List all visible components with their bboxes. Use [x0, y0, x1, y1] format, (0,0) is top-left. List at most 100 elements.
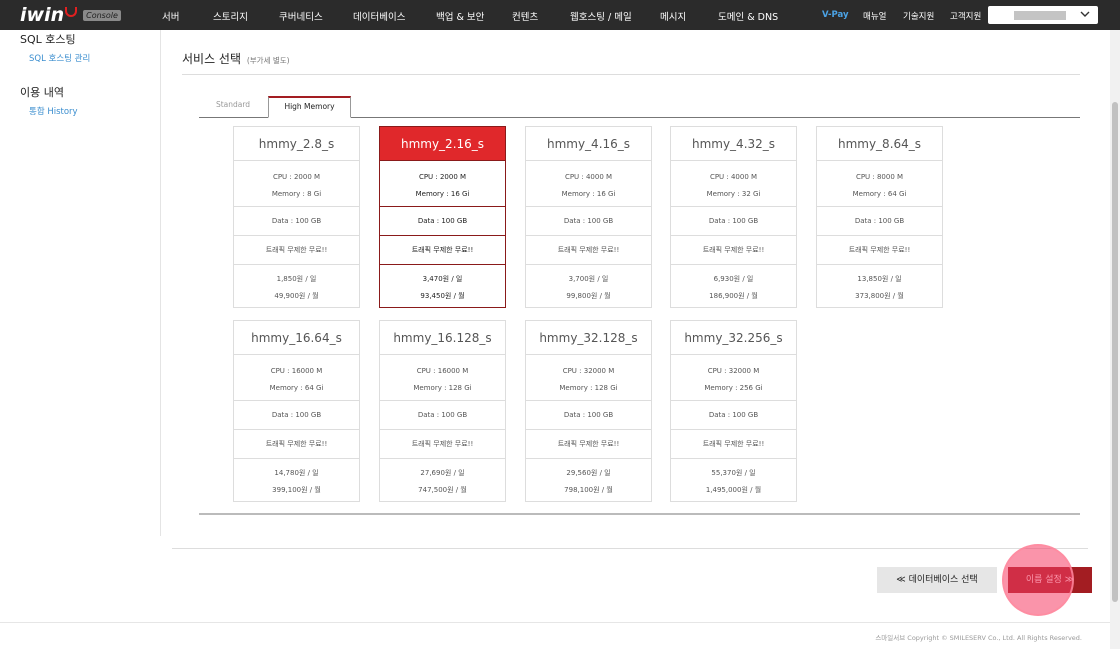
plan-traffic: 트래픽 무제한 무료!! — [817, 236, 942, 265]
nav-item-manual[interactable]: 매뉴얼 — [863, 10, 886, 22]
top-navigation-bar: iwin Console 서버 스토리지 쿠버네티스 데이터베이스 백업 & 보… — [0, 0, 1120, 30]
plan-memory: Memory : 32 Gi — [706, 190, 761, 198]
tab-standard[interactable]: Standard — [209, 96, 257, 118]
plan-card[interactable]: hmmy_4.32_s CPU : 4000 M Memory : 32 Gi Dat… — [670, 126, 797, 308]
sidebar-link-sql-hosting-manage[interactable]: SQL 호스팅 관리 — [29, 52, 90, 64]
plan-spec: CPU : 8000 M Memory : 64 Gi — [817, 161, 942, 207]
plan-spec: CPU : 16000 M Memory : 128 Gi — [380, 355, 505, 401]
plan-daily-price: 27,690원 / 일 — [420, 469, 465, 477]
next-set-name-button[interactable]: 이름 설정 ≫ — [1008, 567, 1092, 593]
plan-card[interactable]: hmmy_2.8_s CPU : 2000 M Memory : 8 Gi Data … — [233, 126, 360, 308]
nav-item-tech-support[interactable]: 기술지원 — [903, 10, 934, 22]
plan-data: Data : 100 GB — [526, 207, 651, 236]
account-dropdown[interactable] — [988, 6, 1098, 24]
plan-data: Data : 100 GB — [234, 207, 359, 236]
scrollbar-thumb[interactable] — [1112, 102, 1118, 602]
plan-spec: CPU : 4000 M Memory : 32 Gi — [671, 161, 796, 207]
plan-cpu: CPU : 16000 M — [270, 367, 323, 375]
section-subtitle: (부가세 별도) — [246, 56, 290, 65]
plan-price: 3,470원 / 일 93,450원 / 월 — [380, 265, 505, 307]
nav-item-vpay[interactable]: V-Pay — [822, 10, 849, 20]
nav-item-kubernetes[interactable]: 쿠버네티스 — [279, 9, 323, 23]
plan-card[interactable]: hmmy_16.128_s CPU : 16000 M Memory : 128 G… — [379, 320, 506, 502]
section-title-text: 서비스 선택 — [182, 52, 242, 66]
plan-card[interactable]: hmmy_8.64_s CPU : 8000 M Memory : 64 Gi Dat… — [816, 126, 943, 308]
nav-item-contents[interactable]: 컨텐츠 — [512, 9, 538, 23]
plan-memory: Memory : 16 Gi — [415, 190, 470, 198]
plan-name: hmmy_8.64_s — [817, 127, 942, 161]
plan-daily-price: 55,370원 / 일 — [711, 469, 756, 477]
plan-memory: Memory : 128 Gi — [559, 384, 618, 392]
nav-item-database[interactable]: 데이터베이스 — [353, 9, 405, 23]
plan-card[interactable]: hmmy_2.16_s CPU : 2000 M Memory : 16 Gi Dat… — [379, 126, 506, 308]
footer-copyright: 스마일서브 Copyright © SMILESERV Co., Ltd. Al… — [875, 634, 1082, 642]
plan-monthly-price: 49,900원 / 월 — [274, 292, 319, 300]
plan-data: Data : 100 GB — [671, 207, 796, 236]
plan-name: hmmy_16.64_s — [234, 321, 359, 355]
nav-item-storage[interactable]: 스토리지 — [213, 9, 248, 23]
divider — [172, 548, 1088, 549]
plan-name: hmmy_4.32_s — [671, 127, 796, 161]
plan-cpu: CPU : 2000 M — [272, 173, 321, 181]
plan-daily-price: 3,470원 / 일 — [422, 275, 463, 283]
plan-card[interactable]: hmmy_4.16_s CPU : 4000 M Memory : 16 Gi Dat… — [525, 126, 652, 308]
plan-traffic: 트래픽 무제한 무료!! — [526, 430, 651, 459]
plan-spec: CPU : 2000 M Memory : 16 Gi — [380, 161, 505, 207]
sidebar: SQL 호스팅 SQL 호스팅 관리 이용 내역 통합 History — [0, 30, 161, 536]
nav-item-backup-security[interactable]: 백업 & 보안 — [436, 9, 484, 23]
plan-daily-price: 14,780원 / 일 — [274, 469, 319, 477]
plan-name: hmmy_4.16_s — [526, 127, 651, 161]
logo-smile-icon — [65, 7, 78, 17]
plan-traffic: 트래픽 무제한 무료!! — [526, 236, 651, 265]
plan-monthly-price: 399,100원 / 월 — [272, 486, 321, 494]
plan-memory: Memory : 64 Gi — [852, 190, 907, 198]
nav-item-customer-support[interactable]: 고객지원 — [950, 10, 981, 22]
plan-monthly-price: 99,800원 / 월 — [566, 292, 611, 300]
plan-price: 3,700원 / 일 99,800원 / 월 — [526, 265, 651, 307]
nav-item-webhosting-mail[interactable]: 웹호스팅 / 메일 — [570, 9, 632, 23]
plan-traffic: 트래픽 무제한 무료!! — [234, 430, 359, 459]
plan-name: hmmy_32.128_s — [526, 321, 651, 355]
plan-cpu: CPU : 32000 M — [562, 367, 615, 375]
plan-daily-price: 1,850원 / 일 — [276, 275, 317, 283]
logo[interactable]: iwin Console — [20, 4, 121, 26]
back-to-database-button[interactable]: ≪ 데이터베이스 선택 — [877, 567, 997, 593]
plan-monthly-price: 373,800원 / 월 — [855, 292, 904, 300]
plan-spec: CPU : 16000 M Memory : 64 Gi — [234, 355, 359, 401]
plan-cpu: CPU : 32000 M — [707, 367, 760, 375]
plan-memory: Memory : 16 Gi — [561, 190, 616, 198]
plan-card[interactable]: hmmy_16.64_s CPU : 16000 M Memory : 64 Gi D… — [233, 320, 360, 502]
plan-card[interactable]: hmmy_32.256_s CPU : 32000 M Memory : 256 G… — [670, 320, 797, 502]
plan-data: Data : 100 GB — [671, 401, 796, 430]
plan-name: hmmy_32.256_s — [671, 321, 796, 355]
nav-item-message[interactable]: 메시지 — [660, 9, 686, 23]
plan-price: 29,560원 / 일 798,100원 / 월 — [526, 459, 651, 501]
page-scrollbar[interactable] — [1110, 30, 1120, 649]
chevron-down-icon — [1080, 8, 1090, 23]
tab-high-memory[interactable]: High Memory — [268, 96, 351, 118]
plan-traffic: 트래픽 무제한 무료!! — [380, 430, 505, 459]
plan-cpu: CPU : 16000 M — [416, 367, 469, 375]
plan-name: hmmy_16.128_s — [380, 321, 505, 355]
plan-daily-price: 3,700원 / 일 — [568, 275, 609, 283]
plan-monthly-price: 186,900원 / 월 — [709, 292, 758, 300]
section-title: 서비스 선택 (부가세 별도) — [182, 50, 290, 67]
plan-memory: Memory : 8 Gi — [271, 190, 322, 198]
plan-data: Data : 100 GB — [380, 207, 505, 236]
divider — [0, 622, 1110, 623]
nav-item-domain-dns[interactable]: 도메인 & DNS — [718, 9, 778, 23]
plan-data: Data : 100 GB — [380, 401, 505, 430]
plan-spec: CPU : 32000 M Memory : 128 Gi — [526, 355, 651, 401]
divider — [182, 74, 1080, 75]
plan-monthly-price: 747,500원 / 월 — [418, 486, 467, 494]
sidebar-link-history[interactable]: 통합 History — [29, 105, 78, 117]
nav-item-server[interactable]: 서버 — [162, 9, 179, 23]
plan-cpu: CPU : 2000 M — [418, 173, 467, 181]
plan-card[interactable]: hmmy_32.128_s CPU : 32000 M Memory : 128 G… — [525, 320, 652, 502]
logo-text: iwin — [20, 4, 65, 26]
plan-monthly-price: 93,450원 / 월 — [420, 292, 465, 300]
plan-price: 1,850원 / 일 49,900원 / 월 — [234, 265, 359, 307]
plan-data: Data : 100 GB — [234, 401, 359, 430]
plan-daily-price: 13,850원 / 일 — [857, 275, 902, 283]
plan-price: 14,780원 / 일 399,100원 / 월 — [234, 459, 359, 501]
